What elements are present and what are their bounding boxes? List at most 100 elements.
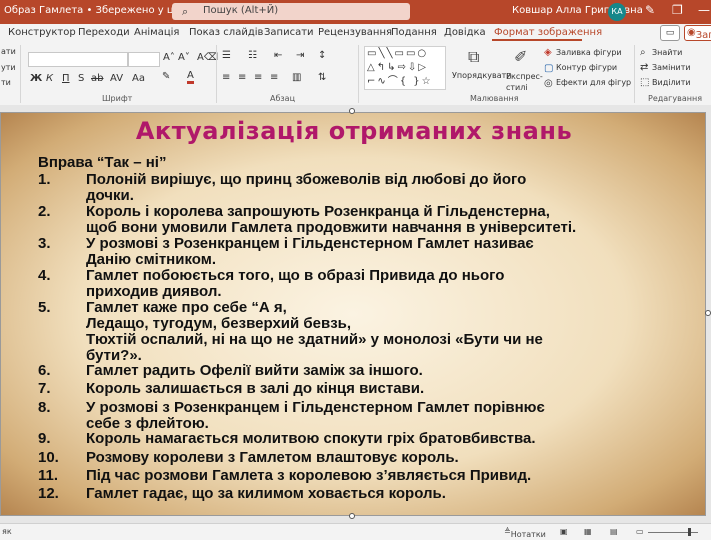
spacing-button[interactable]: AV [110,73,123,84]
font-size-select[interactable] [128,52,160,67]
comments-icon[interactable]: ▭ [660,25,680,41]
line-spacing-icon[interactable]: ↕ [318,50,326,61]
item-number: 8. [38,399,51,416]
find-icon[interactable]: ⌕ [640,47,646,58]
item-text: Гамлет гадає, що за килимом ховається ко… [86,485,446,502]
slideshow-view-icon[interactable]: ▭ [636,527,644,536]
decrease-indent-icon[interactable]: ⇤ [274,50,282,61]
reading-view-icon[interactable]: ▤ [610,527,618,536]
item-number: 12. [38,485,59,502]
clipboard-partial-1[interactable]: ати [1,47,16,56]
item-text: У розмові з Розенкранцем і Гільденстерно… [86,399,545,432]
slide-title[interactable]: Актуалізація отриманих знань [1,117,705,145]
arrange-icon[interactable]: ⧉ [468,47,479,67]
status-bar: як ≜ Нотатки ▣ ▦ ▤ ▭ [0,523,711,540]
shape-outline-icon[interactable]: ▢ [544,63,553,74]
tab-record[interactable]: Записати [264,27,314,38]
shape-effects-icon[interactable]: ◎ [544,78,553,89]
item-text: Гамлет каже про себе “А я, Ледащо, тугод… [86,299,543,364]
find-button[interactable]: Знайти [652,48,682,57]
group-label-editing: Редагування [648,94,703,103]
quick-styles-icon[interactable]: ✐ [514,47,527,66]
status-text: як [2,527,12,536]
item-number: 4. [38,267,51,284]
notes-button[interactable]: ≜ Нотатки [504,527,546,539]
item-number: 9. [38,430,51,447]
search-placeholder: Пошук (Alt+Й) [203,5,279,16]
minimize-icon[interactable]: — [698,3,710,17]
slide[interactable]: Актуалізація отриманих знань Вправа “Так… [0,112,706,516]
tab-design[interactable]: Конструктор [8,27,76,38]
shadow-button[interactable]: S [78,73,84,84]
align-right-icon[interactable]: ≡ [254,72,262,83]
window-restore-icon[interactable]: ❐ [672,3,683,17]
item-text: Король і королева запрошують Розенкранца… [86,203,577,236]
quick-styles-button[interactable]: Експрес-стилі [506,71,543,93]
highlight-icon[interactable]: ✎ [162,71,170,82]
item-number: 1. [38,171,51,188]
normal-view-icon[interactable]: ▣ [560,527,568,536]
ribbon: ати ути ти A˄ A˅ A⌫ Ж К П S ab AV Aa ✎ A… [0,41,711,106]
group-label-font: Шрифт [102,94,133,103]
arrange-button[interactable]: Упорядкувати [452,71,511,80]
increase-font-icon[interactable]: A˄ [163,52,175,63]
justify-icon[interactable]: ≡ [270,72,278,83]
tab-picture-format[interactable]: Формат зображення [494,27,602,38]
font-color-icon[interactable]: A [187,71,194,84]
item-text: У розмові з Розенкранцем і Гільденстерно… [86,235,534,268]
pen-icon[interactable]: ✎ [645,3,655,17]
tab-help[interactable]: Довідка [444,27,486,38]
shape-outline-button[interactable]: Контур фігури [556,63,617,72]
align-left-icon[interactable]: ≡ [222,72,230,83]
change-case-button[interactable]: Aa [132,73,145,84]
bullets-icon[interactable]: ☰ [222,50,231,61]
slide-sorter-icon[interactable]: ▦ [584,527,592,536]
tab-view[interactable]: Подання [391,27,437,38]
avatar[interactable]: КА [608,3,626,21]
tab-slideshow[interactable]: Показ слайдів [189,27,263,38]
separator [216,45,217,103]
shape-effects-button[interactable]: Ефекти для фігур [556,78,631,87]
item-text: Король залишається в залі до кінця виста… [86,380,425,397]
strikethrough-button[interactable]: ab [91,73,103,84]
clear-format-icon[interactable]: A⌫ [197,52,218,63]
tab-animation[interactable]: Анімація [134,27,179,38]
selection-handle-right[interactable] [705,310,711,316]
decrease-font-icon[interactable]: A˅ [178,52,190,63]
search-box[interactable]: ⌕ Пошук (Alt+Й) [172,3,410,20]
underline-button[interactable]: П [62,73,70,84]
increase-indent-icon[interactable]: ⇥ [296,50,304,61]
font-family-select[interactable] [28,52,128,67]
italic-button[interactable]: К [46,73,53,84]
numbering-icon[interactable]: ☷ [248,50,257,61]
selection-handle-bottom[interactable] [349,513,355,519]
shape-fill-icon[interactable]: ◈ [544,47,552,58]
group-label-drawing: Малювання [470,94,519,103]
clipboard-partial-3[interactable]: ти [1,78,11,87]
item-number: 5. [38,299,51,316]
shape-fill-button[interactable]: Заливка фігури [556,48,622,57]
item-number: 7. [38,380,51,397]
replace-button[interactable]: Замінити [652,63,691,72]
group-label-paragraph: Абзац [270,94,296,103]
present-button[interactable]: ◉ Зап [684,25,711,41]
search-icon: ⌕ [182,5,189,18]
exercise-title[interactable]: Вправа “Так – ні” [38,154,166,171]
shapes-gallery[interactable]: ▭╲╲▭▭○ △↰↳⇨⇩▷ ⌐∿⌒{ }☆ [364,46,446,90]
zoom-thumb[interactable] [688,528,691,536]
clipboard-partial-2[interactable]: ути [1,63,16,72]
separator [634,45,635,103]
select-icon[interactable]: ⬚ [640,77,649,88]
align-center-icon[interactable]: ≡ [238,72,246,83]
text-direction-icon[interactable]: ⇅ [318,72,326,83]
columns-icon[interactable]: ▥ [292,72,301,83]
tab-transitions[interactable]: Переходи [78,27,130,38]
tab-review[interactable]: Рецензування [318,27,392,38]
selection-handle-top[interactable] [349,108,355,114]
ribbon-tabs: Конструктор Переходи Анімація Показ слай… [0,24,711,41]
item-text: Під час розмови Гамлета з королевою з’яв… [86,467,532,484]
bold-button[interactable]: Ж [30,73,42,84]
replace-icon[interactable]: ⇄ [640,62,648,73]
item-number: 6. [38,362,51,379]
select-button[interactable]: Виділити [652,78,691,87]
